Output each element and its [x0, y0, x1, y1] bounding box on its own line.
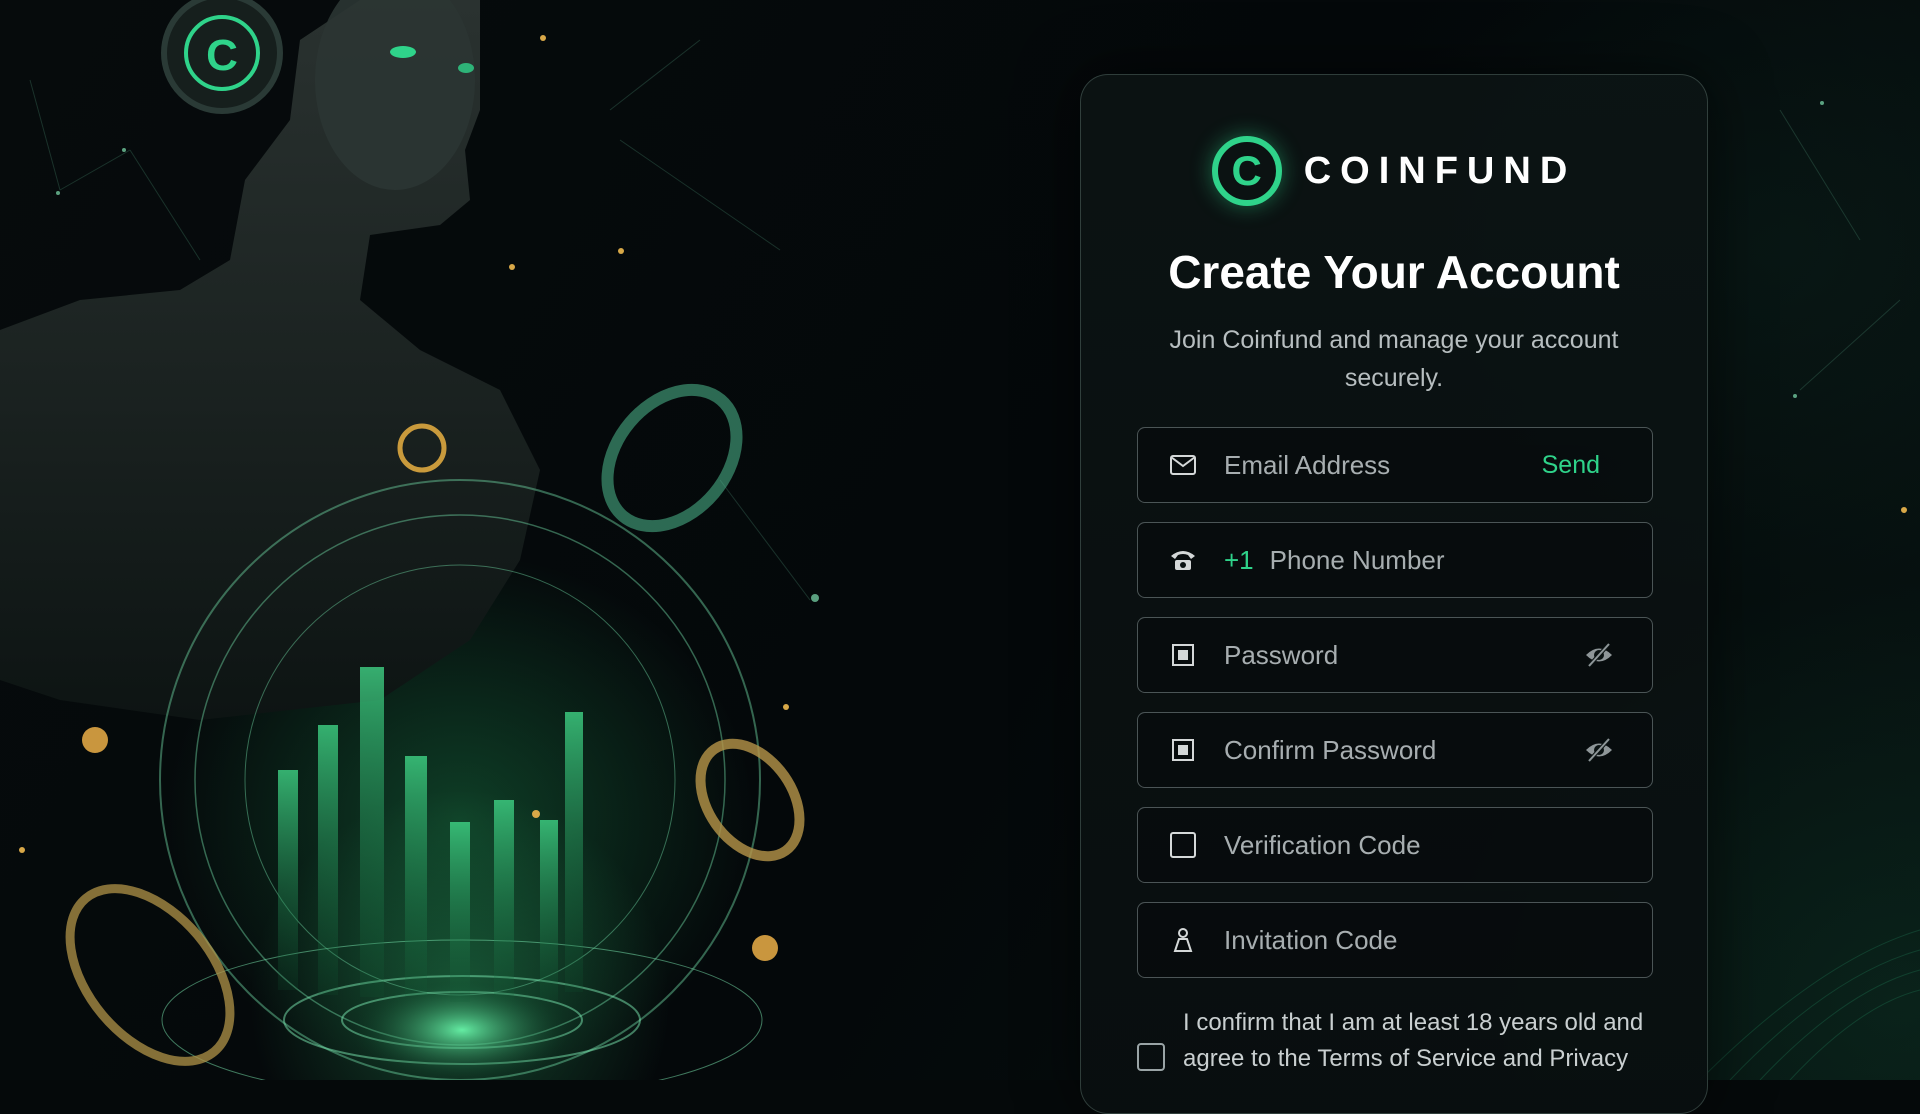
brand-name: COINFUND	[1303, 149, 1577, 192]
logo-letter: C	[1231, 147, 1262, 194]
brand-logo: C COINFUND	[1081, 131, 1707, 211]
lock-icon	[1168, 644, 1198, 666]
send-code-button[interactable]: Send	[1542, 451, 1600, 480]
page-subtitle: Join Coinfund and manage your account se…	[1169, 326, 1619, 392]
shield-icon	[1168, 832, 1198, 858]
terms-checkbox[interactable]	[1137, 1043, 1165, 1071]
eye-slash-icon[interactable]	[1584, 642, 1614, 668]
confirm-password-field[interactable]: Confirm Password	[1137, 712, 1653, 788]
verification-code-placeholder[interactable]: Verification Code	[1224, 830, 1652, 861]
confirm-password-placeholder[interactable]: Confirm Password	[1224, 735, 1584, 766]
coinfund-logo-icon: C	[1211, 136, 1282, 206]
lock-icon	[1168, 739, 1198, 761]
signup-card: C COINFUND Create Your Account Join Coin…	[1080, 74, 1708, 1114]
svg-text:C: C	[206, 31, 238, 80]
phone-icon	[1168, 548, 1198, 572]
eye-slash-icon[interactable]	[1584, 737, 1614, 763]
email-placeholder[interactable]: Email Address	[1224, 450, 1542, 481]
country-code[interactable]: +1	[1224, 545, 1254, 576]
verification-code-field[interactable]: Verification Code	[1137, 807, 1653, 883]
password-placeholder[interactable]: Password	[1224, 640, 1584, 671]
password-field[interactable]: Password	[1137, 617, 1653, 693]
invitation-code-placeholder[interactable]: Invitation Code	[1224, 925, 1652, 956]
terms-text: I confirm that I am at least 18 years ol…	[1183, 1009, 1644, 1072]
envelope-icon	[1168, 455, 1198, 475]
email-field[interactable]: Email Address Send	[1137, 427, 1653, 503]
invitation-code-field[interactable]: Invitation Code	[1137, 902, 1653, 978]
user-icon	[1168, 927, 1198, 953]
terms-agreement: I confirm that I am at least 18 years ol…	[1137, 1005, 1651, 1077]
page-title: Create Your Account	[1168, 246, 1620, 298]
phone-placeholder[interactable]: Phone Number	[1270, 545, 1652, 576]
phone-field[interactable]: +1 Phone Number	[1137, 522, 1653, 598]
